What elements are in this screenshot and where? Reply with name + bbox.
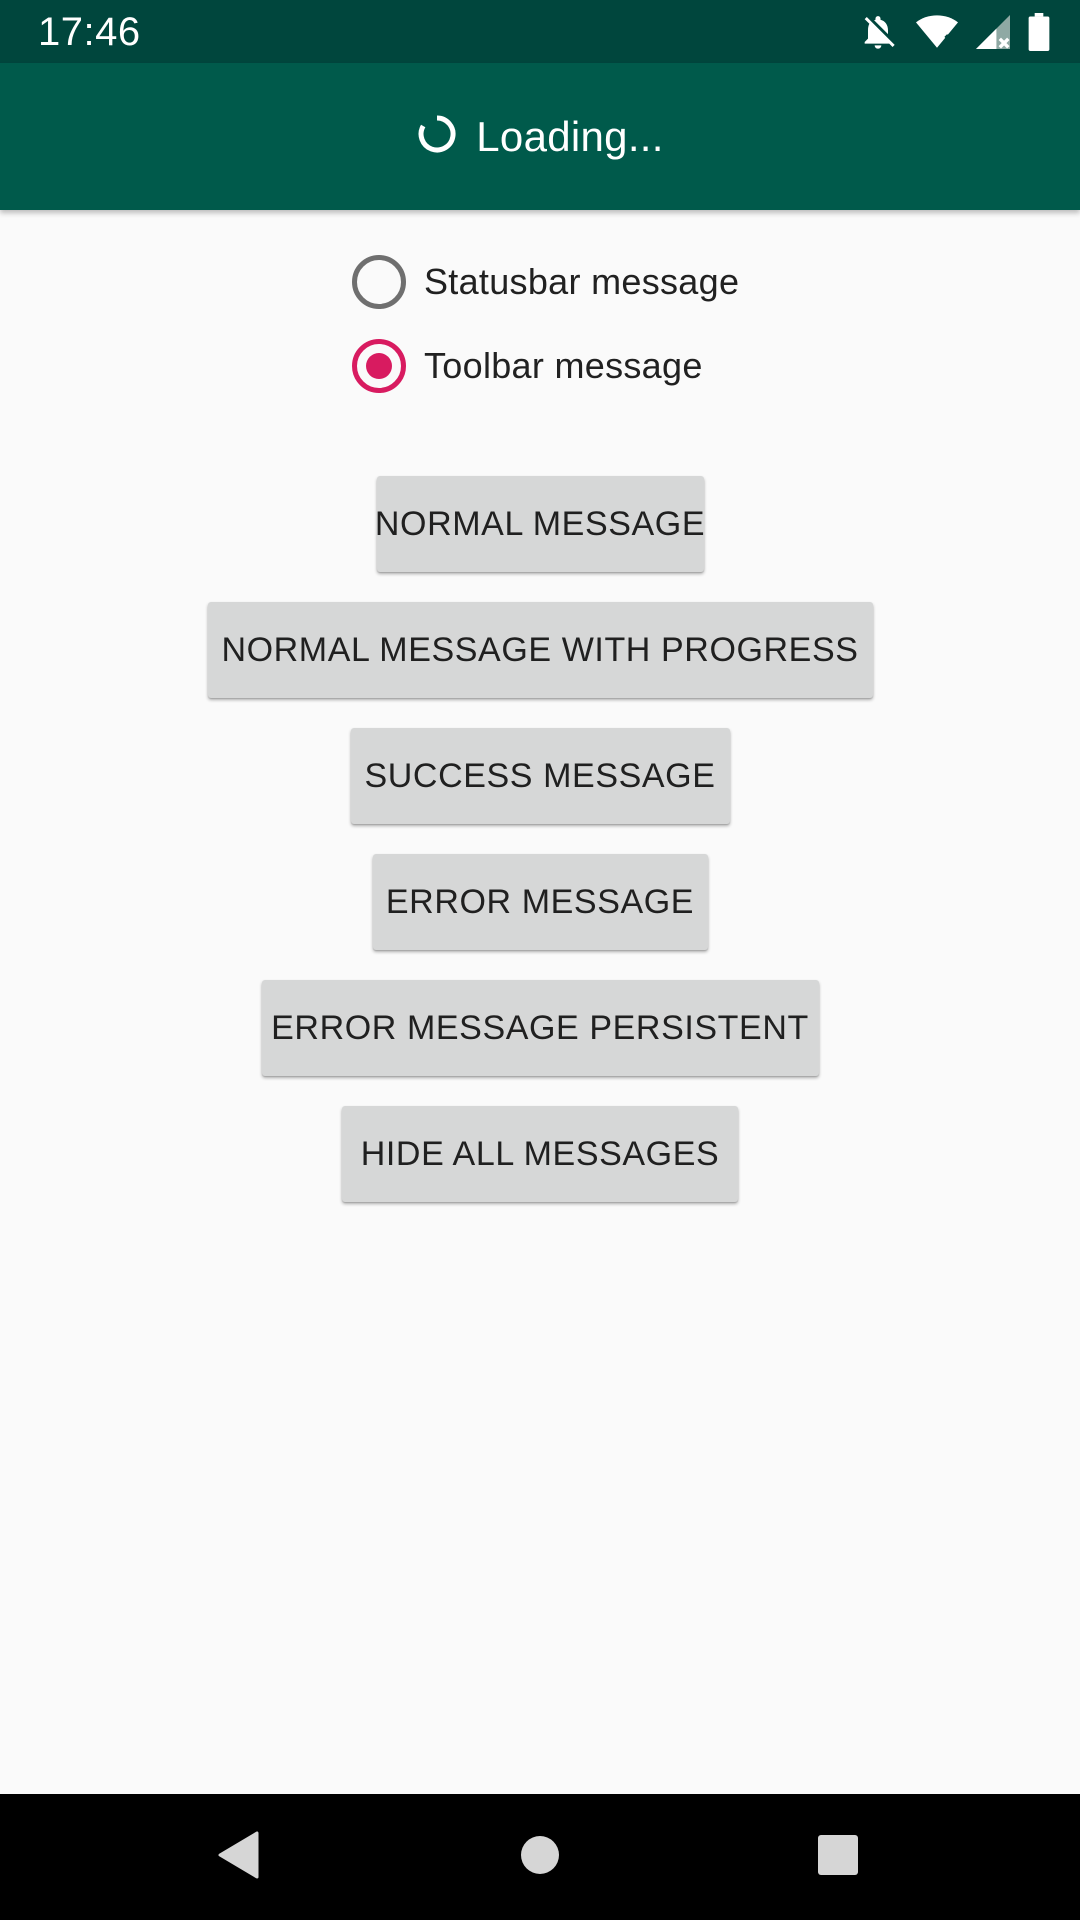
battery-icon	[1028, 13, 1050, 51]
navigation-bar	[0, 1794, 1080, 1920]
nav-back-button[interactable]	[169, 1794, 309, 1920]
radio-unchecked-icon[interactable]	[352, 255, 406, 309]
back-icon	[217, 1831, 261, 1884]
radio-statusbar-message[interactable]: Statusbar message	[352, 240, 739, 324]
cellular-signal-icon	[976, 14, 1010, 50]
error-message-persistent-button[interactable]: ERROR MESSAGE PERSISTENT	[261, 980, 819, 1076]
nav-home-button[interactable]	[470, 1794, 610, 1920]
status-icons	[858, 10, 1050, 54]
radio-label: Toolbar message	[424, 345, 703, 386]
app-screen: 17:46 Loading... Statusbar message Toolb…	[0, 0, 1080, 1920]
radio-label: Statusbar message	[424, 261, 740, 302]
home-icon	[520, 1835, 560, 1880]
toolbar-content: Loading...	[416, 112, 664, 162]
error-message-button[interactable]: ERROR MESSAGE	[372, 854, 708, 950]
recents-icon	[818, 1834, 858, 1880]
nav-recents-button[interactable]	[768, 1794, 908, 1920]
radio-checked-icon[interactable]	[352, 339, 406, 393]
hide-all-messages-button[interactable]: HIDE ALL MESSAGES	[342, 1106, 738, 1202]
success-message-button[interactable]: SUCCESS MESSAGE	[350, 728, 730, 824]
notifications-off-icon	[858, 12, 898, 52]
status-time: 17:46	[38, 10, 141, 54]
wifi-icon	[916, 14, 958, 50]
status-bar: 17:46	[0, 0, 1080, 63]
normal-message-with-progress-button[interactable]: NORMAL MESSAGE WITH PROGRESS	[207, 602, 873, 698]
action-buttons: NORMAL MESSAGE NORMAL MESSAGE WITH PROGR…	[0, 476, 1080, 1232]
progress-spinner-icon	[416, 113, 458, 160]
toolbar: Loading...	[0, 63, 1080, 210]
message-type-radio-group: Statusbar message Toolbar message	[352, 240, 739, 408]
toolbar-title: Loading...	[476, 112, 664, 160]
radio-toolbar-message[interactable]: Toolbar message	[352, 324, 739, 408]
normal-message-button[interactable]: NORMAL MESSAGE	[375, 476, 705, 572]
